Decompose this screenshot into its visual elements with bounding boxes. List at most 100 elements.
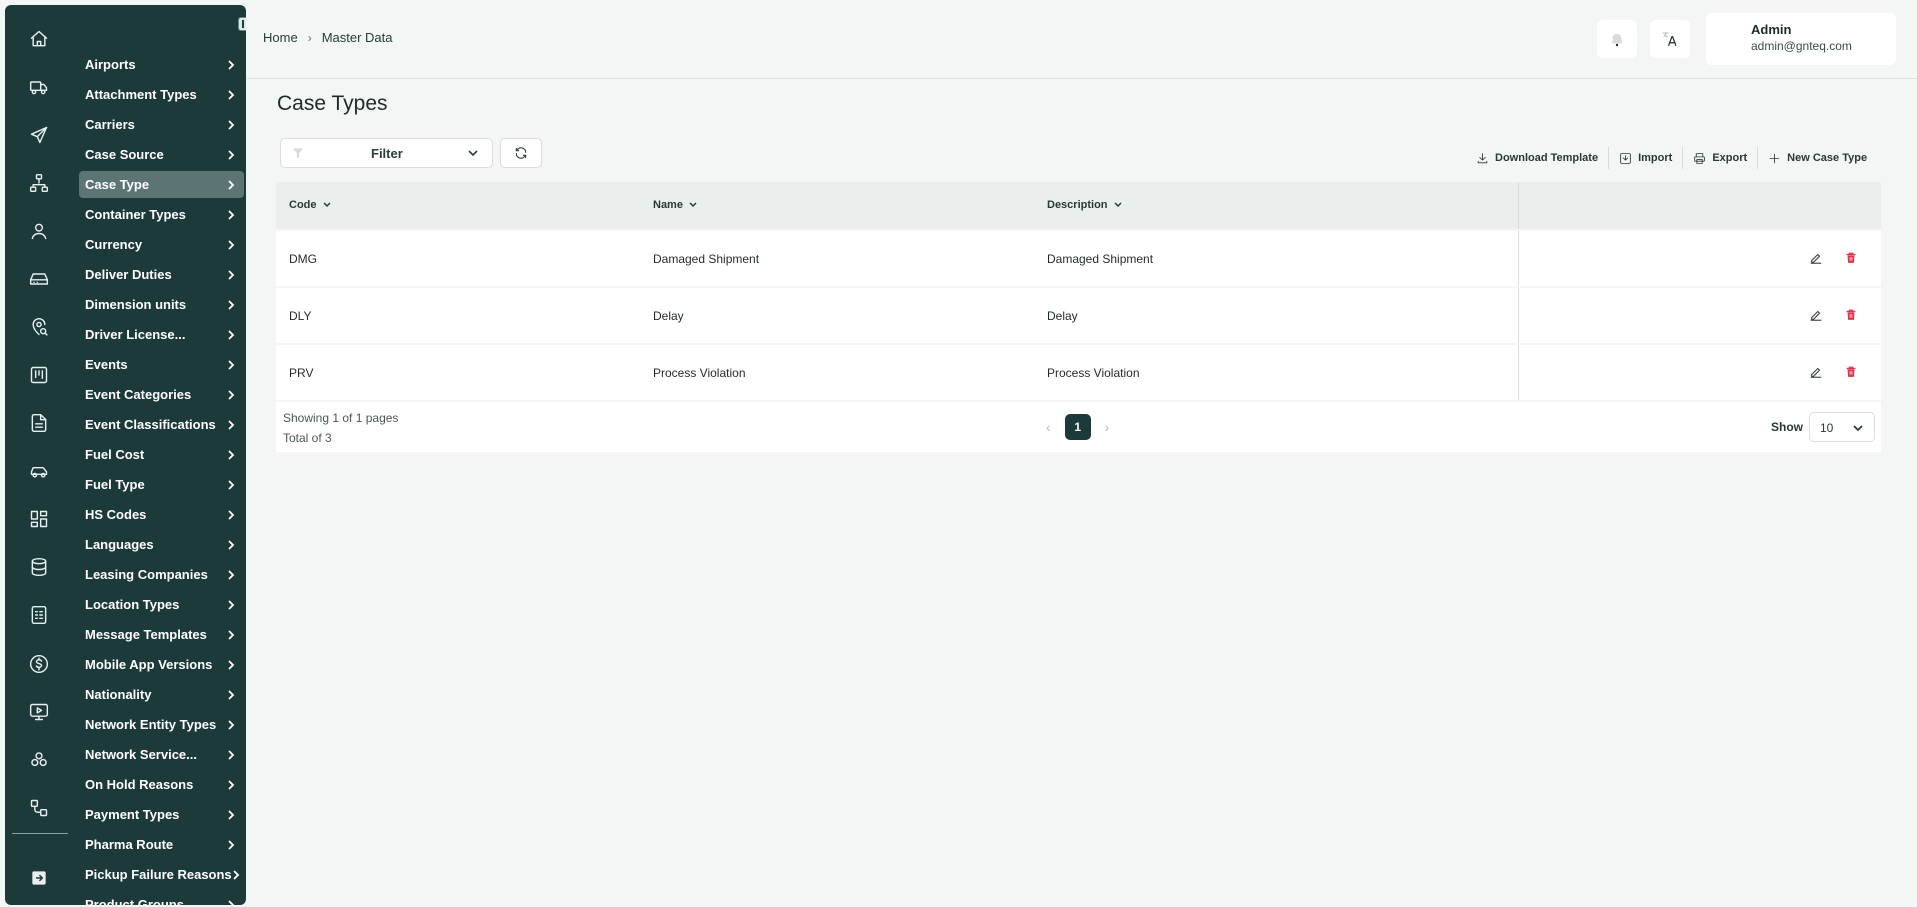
user-menu[interactable]: Admin admin@gnteq.com <box>1706 13 1896 65</box>
new-case-type-button[interactable]: New Case Type <box>1768 152 1867 165</box>
download-template-label: Download Template <box>1495 152 1599 164</box>
location-search-icon[interactable] <box>27 315 51 339</box>
chevron-right-icon <box>227 508 236 522</box>
edit-icon[interactable] <box>1809 365 1823 379</box>
printer-icon <box>1694 152 1706 164</box>
sidebar-item-fuel-cost[interactable]: Fuel Cost <box>79 441 244 468</box>
column-header-name[interactable]: Name <box>653 199 697 211</box>
user-name: Admin <box>1751 22 1792 37</box>
chevron-right-icon <box>227 268 236 282</box>
report-icon[interactable] <box>27 603 51 627</box>
sidebar-item-leasing-companies[interactable]: Leasing Companies <box>79 561 244 588</box>
sidebar-item-container-types[interactable]: Container Types <box>79 201 244 228</box>
chevron-right-icon <box>227 568 236 582</box>
breadcrumb-current: Master Data <box>321 30 393 45</box>
notifications-button[interactable] <box>1597 20 1637 58</box>
logout-icon[interactable] <box>27 866 51 890</box>
sidebar-item-driver-license[interactable]: Driver License... <box>79 321 244 348</box>
sidebar-item-network-entity-types[interactable]: Network Entity Types <box>79 711 244 738</box>
sidebar-item-deliver-duties[interactable]: Deliver Duties <box>79 261 244 288</box>
sidebar-item-events[interactable]: Events <box>79 351 244 378</box>
drive-icon[interactable] <box>27 267 51 291</box>
kanban-icon[interactable] <box>27 363 51 387</box>
sidebar-item-network-service[interactable]: Network Service... <box>79 741 244 768</box>
edit-icon[interactable] <box>1809 251 1823 265</box>
page-button-current[interactable]: 1 <box>1064 414 1091 440</box>
sidebar-item-carriers[interactable]: Carriers <box>79 111 244 138</box>
grid-icon[interactable] <box>27 507 51 531</box>
export-button[interactable]: Export <box>1693 152 1747 165</box>
monitor-play-icon[interactable] <box>27 700 51 724</box>
sidebar-item-label: Events <box>85 357 128 372</box>
page-size-select[interactable]: 10 <box>1809 412 1875 442</box>
sidebar-item-label: Payment Types <box>85 807 180 822</box>
sidebar-item-event-categories[interactable]: Event Categories <box>79 381 244 408</box>
sidebar-item-product-groups[interactable]: Product Groups <box>79 891 244 905</box>
user-icon[interactable] <box>27 219 51 243</box>
cell-name: Damaged Shipment <box>653 252 760 266</box>
sidebar-item-event-classifications[interactable]: Event Classifications <box>79 411 244 438</box>
breadcrumb-home[interactable]: Home <box>263 30 298 45</box>
filter-dropdown[interactable]: Filter <box>280 138 493 168</box>
download-template-button[interactable]: Download Template <box>1476 152 1598 165</box>
home-icon[interactable] <box>27 27 51 51</box>
chevron-right-icon <box>227 358 236 372</box>
plane-icon[interactable] <box>27 123 51 147</box>
download-icon <box>1477 152 1488 163</box>
sidebar-item-payment-types[interactable]: Payment Types <box>79 801 244 828</box>
table-row[interactable]: DMG Damaged Shipment Damaged Shipment <box>276 231 1881 286</box>
next-page-icon[interactable]: › <box>1105 419 1110 435</box>
workflow-icon[interactable] <box>27 796 51 820</box>
sidebar-item-dimension-units[interactable]: Dimension units <box>79 291 244 318</box>
master-data-menu: Airports Attachment Types Carriers Case Sou… <box>79 51 244 905</box>
sidebar-collapse-toggle[interactable] <box>238 17 246 31</box>
chevron-right-icon <box>227 238 236 252</box>
cluster-icon[interactable] <box>27 748 51 772</box>
chevron-right-icon: › <box>307 30 312 45</box>
export-label: Export <box>1712 152 1748 164</box>
sort-icon <box>689 202 697 208</box>
sidebar-item-airports[interactable]: Airports <box>79 51 244 78</box>
delete-icon[interactable] <box>1844 308 1858 322</box>
import-button[interactable]: Import <box>1619 152 1672 165</box>
document-icon[interactable] <box>27 411 51 435</box>
import-icon <box>1620 152 1631 164</box>
sidebar-item-case-type[interactable]: Case Type <box>79 171 244 198</box>
column-divider <box>1518 182 1519 229</box>
sidebar-item-hs-codes[interactable]: HS Codes <box>79 501 244 528</box>
edit-icon[interactable] <box>1809 308 1823 322</box>
chevron-right-icon <box>227 778 236 792</box>
delete-icon[interactable] <box>1844 365 1858 379</box>
sidebar-item-case-source[interactable]: Case Source <box>79 141 244 168</box>
table-row[interactable]: DLY Delay Delay <box>276 288 1881 343</box>
column-header-code[interactable]: Code <box>289 199 331 211</box>
icon-rail <box>5 5 73 905</box>
sidebar-item-pickup-failure-reasons[interactable]: Pickup Failure Reasons <box>79 861 244 888</box>
dollar-icon[interactable] <box>27 652 51 676</box>
language-button[interactable] <box>1650 20 1690 58</box>
network-icon[interactable] <box>27 171 51 195</box>
database-icon[interactable] <box>27 555 51 579</box>
table-row[interactable]: PRV Process Violation Process Violation <box>276 345 1881 400</box>
sidebar-item-nationality[interactable]: Nationality <box>79 681 244 708</box>
sidebar-item-label: Event Categories <box>85 387 192 402</box>
sidebar-item-mobile-app-versions[interactable]: Mobile App Versions <box>79 651 244 678</box>
sidebar-item-label: Case Type <box>85 177 150 192</box>
sidebar-item-location-types[interactable]: Location Types <box>79 591 244 618</box>
sort-icon <box>1113 202 1122 208</box>
refresh-button[interactable] <box>500 138 542 168</box>
prev-page-icon[interactable]: ‹ <box>1046 419 1051 435</box>
sidebar-item-message-templates[interactable]: Message Templates <box>79 621 244 648</box>
sidebar-item-pharma-route[interactable]: Pharma Route <box>79 831 244 858</box>
car-icon[interactable] <box>27 459 51 483</box>
sidebar-item-currency[interactable]: Currency <box>79 231 244 258</box>
column-header-description[interactable]: Description <box>1047 199 1122 211</box>
sidebar-item-on-hold-reasons[interactable]: On Hold Reasons <box>79 771 244 798</box>
truck-icon[interactable] <box>27 75 51 99</box>
sidebar-item-fuel-type[interactable]: Fuel Type <box>79 471 244 498</box>
cell-name: Process Violation <box>653 366 746 380</box>
sidebar-item-languages[interactable]: Languages <box>79 531 244 558</box>
sidebar-item-attachment-types[interactable]: Attachment Types <box>79 81 244 108</box>
cell-description: Process Violation <box>1047 366 1140 380</box>
delete-icon[interactable] <box>1844 251 1858 265</box>
